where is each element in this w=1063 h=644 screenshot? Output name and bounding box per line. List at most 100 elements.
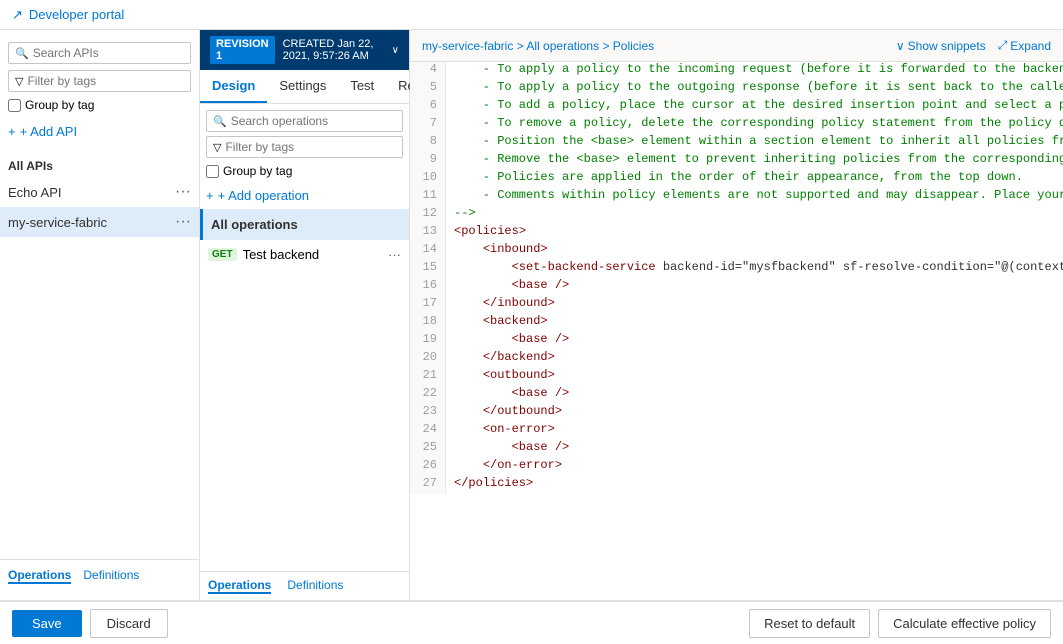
- ops-item-more-icon[interactable]: ···: [388, 247, 401, 262]
- line-content: - To apply a policy to the outgoing resp…: [446, 80, 1063, 98]
- middle-panel: REVISION 1 CREATED Jan 22, 2021, 9:57:26…: [200, 30, 410, 600]
- line-number: 27: [410, 476, 446, 494]
- show-snippets-button[interactable]: ∨ Show snippets: [896, 39, 986, 53]
- line-number: 17: [410, 296, 446, 314]
- ops-filter-container[interactable]: ▽: [206, 136, 403, 158]
- line-content: </policies>: [446, 476, 533, 494]
- calculate-effective-policy-button[interactable]: Calculate effective policy: [878, 609, 1051, 638]
- sidebar-item-echo-api[interactable]: Echo API ···: [0, 177, 199, 207]
- group-by-tag-checkbox[interactable]: [8, 99, 21, 112]
- line-content: <inbound>: [446, 242, 548, 260]
- line-content: - Remove the <base> element to prevent i…: [446, 152, 1063, 170]
- discard-button[interactable]: Discard: [90, 609, 168, 638]
- ops-search-icon: 🔍: [213, 115, 227, 128]
- line-content: </on-error>: [446, 458, 562, 476]
- ops-add-icon: +: [206, 188, 214, 203]
- line-content: - Position the <base> element within a s…: [446, 134, 1063, 152]
- line-content: <base />: [446, 386, 569, 404]
- filter-tags-input-container[interactable]: ▽: [8, 70, 191, 92]
- code-line: 25 <base />: [410, 440, 1063, 458]
- breadcrumb-all-ops: All operations: [526, 39, 599, 53]
- line-content: <policies>: [446, 224, 526, 242]
- line-number: 22: [410, 386, 446, 404]
- line-number: 25: [410, 440, 446, 458]
- show-snippets-label: Show snippets: [908, 39, 986, 53]
- ops-item-test-backend[interactable]: GET Test backend ···: [200, 240, 409, 269]
- breadcrumb-sep1: >: [517, 39, 527, 53]
- search-apis-input[interactable]: [33, 46, 188, 60]
- code-line: 18 <backend>: [410, 314, 1063, 332]
- line-content: <on-error>: [446, 422, 555, 440]
- all-operations-item[interactable]: All operations: [200, 209, 409, 240]
- code-line: 22 <base />: [410, 386, 1063, 404]
- line-number: 6: [410, 98, 446, 116]
- line-content: <outbound>: [446, 368, 555, 386]
- my-service-fabric-more-icon[interactable]: ···: [175, 213, 191, 231]
- sidebar-bottom: Operations Definitions: [0, 559, 199, 592]
- line-number: 8: [410, 134, 446, 152]
- tab-test[interactable]: Test: [338, 70, 386, 103]
- sidebar-item-my-service-fabric[interactable]: my-service-fabric ···: [0, 207, 199, 237]
- expand-label: Expand: [1010, 39, 1051, 53]
- save-button[interactable]: Save: [12, 610, 82, 637]
- line-content: -->: [446, 206, 476, 224]
- developer-portal-link[interactable]: Developer portal: [29, 7, 124, 22]
- ops-search-container[interactable]: 🔍: [206, 110, 403, 132]
- ops-group-by-checkbox-label[interactable]: Group by tag: [206, 164, 403, 178]
- line-number: 16: [410, 278, 446, 296]
- reset-to-default-button[interactable]: Reset to default: [749, 609, 870, 638]
- search-apis-input-container[interactable]: 🔍: [8, 42, 191, 64]
- main-layout: 🔍 ▽ Group by tag + + Add API All APIs Ec…: [0, 30, 1063, 600]
- echo-api-label: Echo API: [8, 185, 61, 200]
- tab-design[interactable]: Design: [200, 70, 267, 103]
- all-apis-title: All APIs: [0, 155, 199, 177]
- ops-bottom-definitions-link[interactable]: Definitions: [287, 578, 343, 594]
- add-operation-button[interactable]: + + Add operation: [206, 188, 403, 203]
- breadcrumb-policies: Policies: [613, 39, 654, 53]
- ops-search-input[interactable]: [231, 114, 396, 128]
- sidebar-operations-link[interactable]: Operations: [8, 568, 71, 584]
- revision-chevron-icon[interactable]: ∨: [392, 45, 399, 56]
- code-line: 12-->: [410, 206, 1063, 224]
- code-line: 23 </outbound>: [410, 404, 1063, 422]
- ops-bottom-operations-link[interactable]: Operations: [208, 578, 271, 594]
- code-line: 5 - To apply a policy to the outgoing re…: [410, 80, 1063, 98]
- line-content: <base />: [446, 440, 569, 458]
- my-service-fabric-label: my-service-fabric: [8, 215, 107, 230]
- expand-icon: ⤢: [998, 38, 1008, 53]
- ops-filter-input[interactable]: [225, 140, 396, 154]
- code-line: 26 </on-error>: [410, 458, 1063, 476]
- line-number: 11: [410, 188, 446, 206]
- code-line: 11 - Comments within policy elements are…: [410, 188, 1063, 206]
- code-editor[interactable]: 4 - To apply a policy to the incoming re…: [410, 62, 1063, 600]
- bottom-right-actions: Reset to default Calculate effective pol…: [749, 609, 1051, 638]
- line-content: <base />: [446, 278, 569, 296]
- line-content: <set-backend-service backend-id="mysfbac…: [446, 260, 1063, 278]
- ops-item-name: Test backend: [243, 247, 382, 262]
- search-icon: 🔍: [15, 47, 29, 60]
- line-content: </inbound>: [446, 296, 555, 314]
- code-line: 4 - To apply a policy to the incoming re…: [410, 62, 1063, 80]
- line-content: </outbound>: [446, 404, 562, 422]
- code-line: 7 - To remove a policy, delete the corre…: [410, 116, 1063, 134]
- sidebar-definitions-link[interactable]: Definitions: [83, 568, 139, 584]
- group-by-tag-label: Group by tag: [25, 98, 94, 112]
- ops-group-by-label: Group by tag: [223, 164, 292, 178]
- line-number: 10: [410, 170, 446, 188]
- line-content: - Policies are applied in the order of t…: [446, 170, 1023, 188]
- line-content: - To remove a policy, delete the corresp…: [446, 116, 1063, 134]
- add-api-button[interactable]: + + Add API: [8, 124, 191, 139]
- line-number: 5: [410, 80, 446, 98]
- group-by-tag-checkbox-label[interactable]: Group by tag: [8, 98, 191, 112]
- line-number: 23: [410, 404, 446, 422]
- line-number: 19: [410, 332, 446, 350]
- ops-filter-icon: ▽: [213, 141, 221, 154]
- echo-api-more-icon[interactable]: ···: [175, 183, 191, 201]
- line-number: 14: [410, 242, 446, 260]
- breadcrumb-api: my-service-fabric: [422, 39, 513, 53]
- filter-tags-input[interactable]: [27, 74, 184, 88]
- external-link-icon: ↗: [12, 7, 23, 23]
- expand-button[interactable]: ⤢ Expand: [998, 38, 1051, 53]
- tab-settings[interactable]: Settings: [267, 70, 338, 103]
- ops-group-by-checkbox[interactable]: [206, 165, 219, 178]
